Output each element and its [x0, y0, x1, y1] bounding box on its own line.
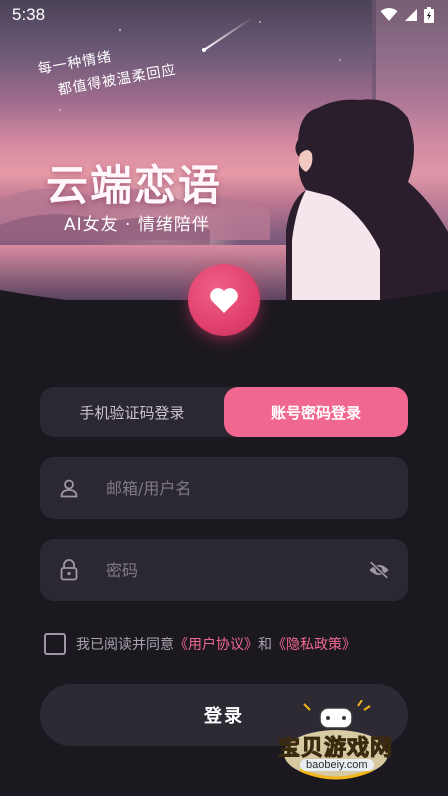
agreement-and: 和: [258, 637, 272, 653]
hero-banner: 每一种情绪 都值得被温柔回应 云端恋语 AI女友 · 情绪陪伴: [0, 0, 448, 300]
wifi-icon: [380, 8, 398, 21]
user-icon: [58, 477, 80, 499]
password-field[interactable]: [40, 539, 408, 601]
app-subtitle: AI女友 · 情绪陪伴: [64, 215, 210, 235]
watermark-text: 宝贝游戏网: [277, 736, 394, 762]
username-input[interactable]: [106, 478, 390, 498]
agreement-checkbox[interactable]: [44, 633, 66, 655]
battery-icon: [424, 7, 434, 23]
privacy-policy-link[interactable]: 《隐私政策》: [272, 634, 356, 654]
hero-illustration: [0, 0, 448, 300]
heart-logo: [188, 264, 260, 336]
agreement-prefix: 我已阅读并同意: [76, 637, 174, 653]
signal-icon: [405, 9, 417, 21]
tab-sms-login[interactable]: 手机验证码登录: [40, 387, 224, 437]
eye-off-icon[interactable]: [368, 559, 390, 581]
app-title: 云端恋语: [46, 161, 223, 210]
status-time: 5:38: [12, 5, 46, 24]
status-icons: [380, 7, 434, 23]
status-bar: 5:38: [0, 0, 448, 30]
agreement-row: 我已阅读并同意 《用户协议》 和 《隐私政策》: [44, 633, 356, 655]
username-field[interactable]: [40, 457, 408, 519]
heart-icon: [210, 288, 238, 313]
tab-password-login[interactable]: 账号密码登录: [224, 387, 408, 437]
password-input[interactable]: [106, 560, 368, 580]
lock-icon: [58, 559, 80, 581]
login-mode-tabs: 手机验证码登录 账号密码登录: [40, 387, 408, 437]
user-agreement-link[interactable]: 《用户协议》: [174, 634, 258, 654]
watermark-url: baobeiy.com: [300, 759, 374, 771]
